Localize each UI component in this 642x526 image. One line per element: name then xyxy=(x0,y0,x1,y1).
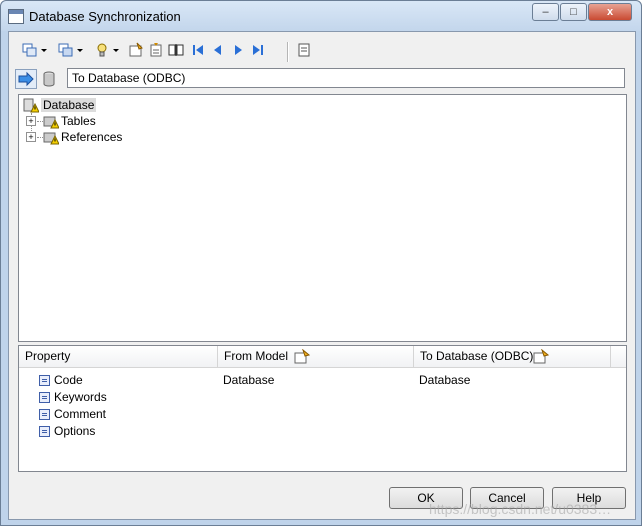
dialog-window: Database Synchronization – □ x To Databa… xyxy=(0,0,642,526)
target-row: To Database (ODBC) xyxy=(15,68,627,90)
report-icon[interactable] xyxy=(296,42,312,58)
tree-item-database[interactable]: Database xyxy=(23,97,97,113)
chevron-down-icon[interactable] xyxy=(76,42,84,58)
column-header-to-database-label: To Database (ODBC) xyxy=(420,349,534,363)
tree-item-tables[interactable]: + Tables xyxy=(23,113,96,129)
warning-folder-icon xyxy=(43,113,60,129)
dialog-client: To Database (ODBC) Database + Tables + R… xyxy=(8,31,636,520)
title-bar[interactable]: Database Synchronization – □ x xyxy=(1,1,641,31)
property-icon xyxy=(39,392,50,403)
expand-toggle[interactable]: + xyxy=(26,132,36,142)
tree-item-references[interactable]: + References xyxy=(23,129,122,145)
object-tree[interactable]: Database + Tables + References xyxy=(18,94,627,342)
target-database-field[interactable]: To Database (ODBC) xyxy=(67,68,625,88)
properties-icon[interactable] xyxy=(533,348,550,364)
column-header-from-model[interactable]: From Model xyxy=(218,346,414,368)
maximize-button[interactable]: □ xyxy=(560,3,587,21)
window-title: Database Synchronization xyxy=(29,9,181,24)
apply-arrow-button[interactable] xyxy=(15,69,37,89)
property-name: Comment xyxy=(54,407,107,421)
to-database-value: Database xyxy=(419,373,471,387)
database-cylinder-icon xyxy=(43,71,55,87)
toolbar xyxy=(17,40,617,64)
property-name: Keywords xyxy=(54,390,107,404)
previous-icon[interactable] xyxy=(210,42,226,58)
next-icon[interactable] xyxy=(230,42,246,58)
expand-all-icon[interactable] xyxy=(22,42,38,58)
chevron-down-icon[interactable] xyxy=(112,42,120,58)
toolbar-separator xyxy=(287,42,289,62)
property-name: Code xyxy=(54,373,83,387)
property-grid: Property From Model To Database (ODBC) C… xyxy=(18,345,627,472)
chevron-down-icon[interactable] xyxy=(40,42,48,58)
watermark: https://blog.csdn.net/u0383… xyxy=(429,501,612,517)
tree-root-label: Database xyxy=(41,98,97,112)
properties-icon[interactable] xyxy=(128,42,144,58)
find-icon[interactable] xyxy=(148,42,164,58)
minimize-button[interactable]: – xyxy=(532,3,559,21)
filter-icon[interactable] xyxy=(94,42,110,58)
property-icon xyxy=(39,409,50,420)
column-header-property[interactable]: Property xyxy=(19,346,218,368)
column-header-from-model-label: From Model xyxy=(224,349,289,363)
warning-database-icon xyxy=(23,97,40,113)
property-icon xyxy=(39,375,50,386)
compare-icon[interactable] xyxy=(168,42,184,58)
collapse-icon[interactable] xyxy=(58,42,74,58)
last-icon[interactable] xyxy=(250,42,266,58)
app-icon xyxy=(8,9,24,24)
warning-folder-icon xyxy=(43,129,60,145)
tree-label-tables: Tables xyxy=(61,114,96,128)
properties-icon[interactable] xyxy=(294,348,311,364)
from-model-value: Database xyxy=(223,373,275,387)
column-header-filler xyxy=(611,346,626,368)
property-icon xyxy=(39,426,50,437)
column-header-to-database[interactable]: To Database (ODBC) xyxy=(414,346,611,368)
close-button[interactable]: x xyxy=(588,3,632,21)
expand-toggle[interactable]: + xyxy=(26,116,36,126)
tree-label-references: References xyxy=(61,130,123,144)
property-name: Options xyxy=(54,424,96,438)
first-icon[interactable] xyxy=(190,42,206,58)
